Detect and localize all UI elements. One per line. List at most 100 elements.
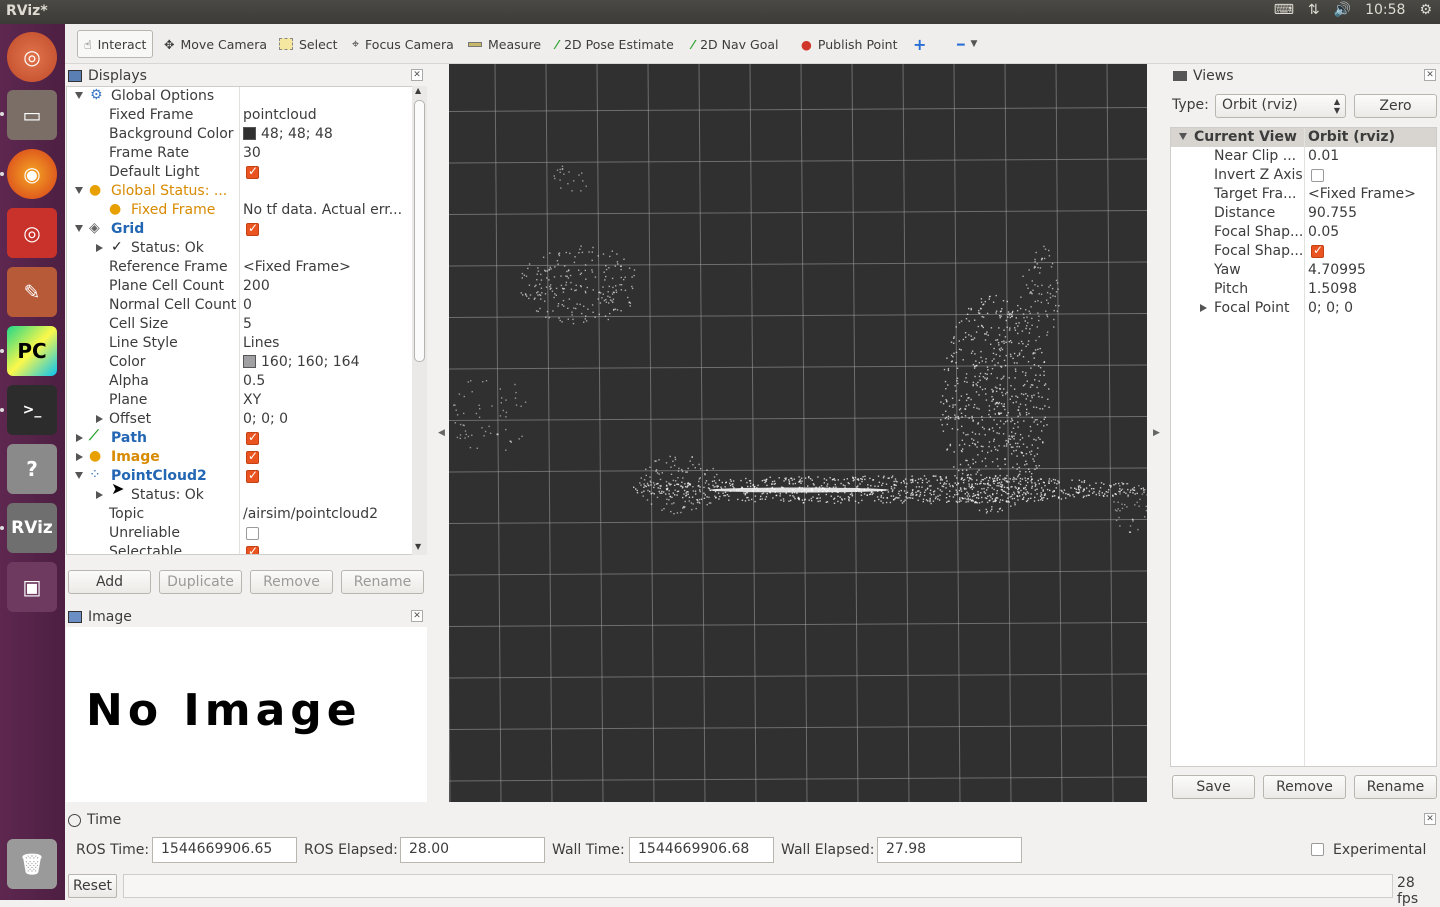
close-icon[interactable]: ✕ [411,69,423,81]
network-icon[interactable]: ⇅ [1308,2,1320,18]
settings-tools-icon[interactable]: ✎ [7,267,57,317]
tree-row-path[interactable]: ⟋ Path [67,428,414,448]
select-tool-button[interactable]: Select [273,30,344,58]
2d-nav-goal-tool-button[interactable]: ⁄ 2D Nav Goal [686,30,785,58]
view-row-pitch[interactable]: Pitch 1.5098 [1171,280,1436,299]
selectable-checkbox[interactable] [246,544,259,554]
tree-value[interactable]: No tf data. Actual err... [243,202,402,218]
view-type-select[interactable]: Orbit (rviz) ▲ ▼ [1215,94,1346,118]
view-row-near-clip[interactable]: Near Clip ... 0.01 [1171,147,1436,166]
tree-row-global-options[interactable]: ⚙ Global Options [67,87,414,106]
tree-row-status-fixed-frame[interactable]: ● Fixed Frame No tf data. Actual err... [67,201,414,220]
tree-value[interactable]: 160; 160; 164 [243,354,360,370]
view-row-focal-shape-fixed[interactable]: Focal Shap... [1171,242,1436,261]
view-row-invert-z[interactable]: Invert Z Axis [1171,166,1436,185]
rename-view-button[interactable]: Rename [1354,775,1437,799]
files-icon[interactable]: ▭ [7,90,57,140]
view-row-focal-point[interactable]: Focal Point 0; 0; 0 [1171,299,1436,318]
unreliable-checkbox[interactable] [246,527,259,540]
tree-row-grid-status[interactable]: ✓ Status: Ok [67,239,414,258]
path-enabled-checkbox[interactable] [246,430,259,445]
view-row-yaw[interactable]: Yaw 4.70995 [1171,261,1436,280]
expand-arrow-icon[interactable] [1179,133,1187,140]
duplicate-display-button[interactable]: Duplicate [159,570,242,594]
displays-scrollbar[interactable]: ▲ ▼ [412,86,427,555]
focus-camera-tool-button[interactable]: ⌖ Focus Camera [346,30,460,58]
expand-arrow-icon[interactable] [96,244,103,252]
collapse-left-icon[interactable]: ◀ [438,428,445,438]
expand-arrow-icon[interactable] [76,453,83,461]
add-tool-plus-icon[interactable]: + [907,30,932,58]
pointcloud2-enabled-checkbox[interactable] [246,468,259,483]
tree-row-offset[interactable]: Offset 0; 0; 0 [67,410,414,429]
view-row-distance[interactable]: Distance 90.755 [1171,204,1436,223]
tree-row-alpha[interactable]: Alpha 0.5 [67,372,414,391]
tree-value[interactable]: 30 [243,145,261,161]
invert-z-checkbox[interactable] [1311,169,1324,182]
tree-row-fixed-frame[interactable]: Fixed Frame pointcloud [67,106,414,125]
view-value[interactable]: 4.70995 [1308,262,1366,278]
tree-row-global-status[interactable]: ● Global Status: ... [67,182,414,201]
terminal-icon[interactable]: >_ [7,385,57,435]
tree-row-grid[interactable]: ◈ Grid [67,220,414,239]
view-value[interactable]: 0; 0; 0 [1308,300,1353,316]
scroll-up-icon[interactable]: ▲ [415,86,421,95]
keyboard-icon[interactable]: ⌨ [1274,2,1294,18]
measure-tool-button[interactable]: Measure [462,30,547,58]
expand-arrow-icon[interactable] [96,415,103,423]
tree-row-plane[interactable]: Plane XY [67,391,414,410]
remove-view-button[interactable]: Remove [1263,775,1346,799]
chevron-down-icon[interactable]: ▼ [971,39,978,49]
add-display-button[interactable]: Add [68,570,151,594]
tree-row-color[interactable]: Color 160; 160; 164 [67,353,414,372]
tree-value[interactable]: 0; 0; 0 [243,411,288,427]
publish-point-tool-button[interactable]: ● Publish Point [795,30,904,58]
view-value[interactable]: 90.755 [1308,205,1357,221]
expand-arrow-icon[interactable] [75,187,83,194]
focal-shape-checkbox[interactable] [1311,243,1324,258]
2d-pose-estimate-tool-button[interactable]: ⁄ 2D Pose Estimate [550,30,680,58]
tree-row-default-light[interactable]: Default Light [67,163,414,182]
expand-arrow-icon[interactable] [75,92,83,99]
interact-tool-button[interactable]: ☝ Interact [77,30,154,58]
tree-row-background-color[interactable]: Background Color 48; 48; 48 [67,125,414,144]
expand-arrow-icon[interactable] [75,472,83,479]
help-icon[interactable]: ? [7,444,57,494]
remove-tool-minus-icon[interactable]: ━ ▼ [951,30,983,58]
volume-icon[interactable]: 🔊 [1334,2,1351,18]
ubuntu-logo-icon[interactable]: ◎ [7,32,57,82]
image-enabled-checkbox[interactable] [246,449,259,464]
view-value[interactable]: 0.01 [1308,148,1339,164]
netease-music-icon[interactable]: ◎ [7,208,57,258]
scroll-thumb[interactable] [414,100,425,362]
wall-elapsed-field[interactable]: 27.98 [877,837,1022,863]
pycharm-icon[interactable]: PC [7,326,57,376]
scroll-down-icon[interactable]: ▼ [415,542,421,551]
tree-value[interactable]: XY [243,392,261,408]
wall-time-field[interactable]: 1544669906.68 [629,837,774,863]
tree-row-selectable[interactable]: Selectable [67,543,414,554]
tree-row-reference-frame[interactable]: Reference Frame <Fixed Frame> [67,258,414,277]
expand-arrow-icon[interactable] [75,225,83,232]
move-camera-tool-button[interactable]: ✥ Move Camera [158,30,273,58]
tree-row-cell-size[interactable]: Cell Size 5 [67,315,414,334]
tree-value[interactable]: 5 [243,316,252,332]
tree-row-plane-cell-count[interactable]: Plane Cell Count 200 [67,277,414,296]
tree-row-frame-rate[interactable]: Frame Rate 30 [67,144,414,163]
tree-value[interactable]: pointcloud [243,107,317,123]
experimental-checkbox[interactable] [1311,843,1324,856]
trash-icon[interactable]: 🗑 [7,839,57,889]
tree-row-unreliable[interactable]: Unreliable [67,524,414,543]
view-value[interactable]: <Fixed Frame> [1308,186,1416,202]
tree-row-normal-cell-count[interactable]: Normal Cell Count 0 [67,296,414,315]
close-icon[interactable]: ✕ [1424,813,1436,825]
ros-elapsed-field[interactable]: 28.00 [400,837,545,863]
view-row-focal-shape-size[interactable]: Focal Shap... 0.05 [1171,223,1436,242]
tree-value[interactable]: Lines [243,335,279,351]
tree-value[interactable]: 200 [243,278,270,294]
reset-button[interactable]: Reset [68,874,117,898]
view-value[interactable]: 1.5098 [1308,281,1357,297]
tree-value[interactable]: 0 [243,297,252,313]
zero-button[interactable]: Zero [1354,94,1437,118]
default-light-checkbox[interactable] [246,164,259,179]
